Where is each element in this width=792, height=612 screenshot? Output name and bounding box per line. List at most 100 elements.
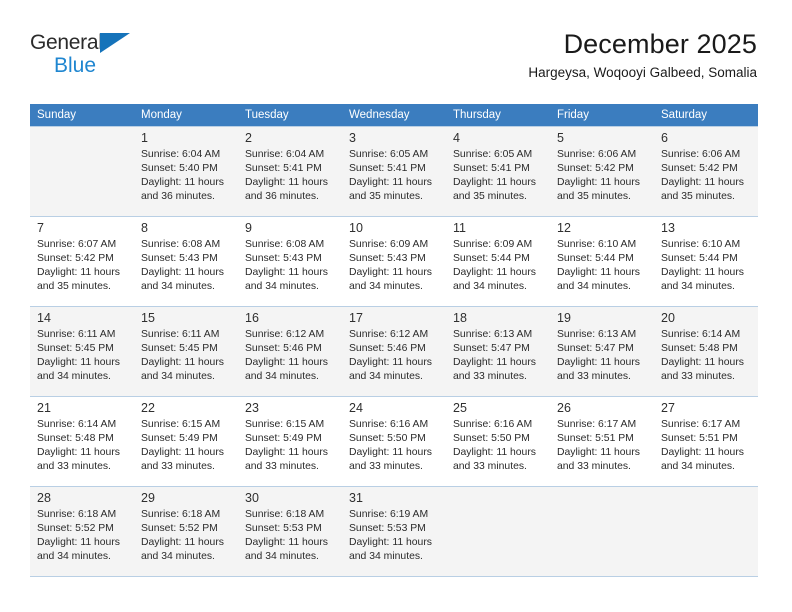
- day-number: 30: [245, 491, 259, 505]
- day-number: 2: [245, 131, 252, 145]
- calendar-day-cell[interactable]: 20 Sunrise: 6:14 AM Sunset: 5:48 PM Dayligh…: [654, 306, 758, 397]
- sunset-text: Sunset: 5:42 PM: [37, 253, 114, 265]
- daylight-text-line2: and 35 minutes.: [349, 191, 423, 203]
- calendar-day-cell[interactable]: 8 Sunrise: 6:08 AM Sunset: 5:43 PM Daylight…: [134, 216, 238, 307]
- day-number: 13: [661, 221, 675, 235]
- calendar-day-cell[interactable]: 4 Sunrise: 6:05 AM Sunset: 5:41 PM Daylight…: [446, 126, 550, 217]
- sunset-text: Sunset: 5:44 PM: [557, 253, 634, 265]
- calendar-day-cell[interactable]: 13 Sunrise: 6:10 AM Sunset: 5:44 PM Dayligh…: [654, 216, 758, 307]
- weekday-header-tuesday: Tuesday: [238, 104, 342, 127]
- daylight-text-line2: and 33 minutes.: [661, 371, 735, 383]
- sunrise-text: Sunrise: 6:11 AM: [141, 329, 220, 340]
- daylight-text-line2: and 34 minutes.: [245, 371, 319, 383]
- calendar-day-cell[interactable]: 6 Sunrise: 6:06 AM Sunset: 5:42 PM Daylight…: [654, 126, 758, 217]
- weekday-header-saturday: Saturday: [654, 104, 758, 127]
- calendar-table: Sunday Monday Tuesday Wednesday Thursday…: [30, 104, 758, 577]
- daylight-text-line2: and 34 minutes.: [349, 371, 423, 383]
- calendar-head: Sunday Monday Tuesday Wednesday Thursday…: [30, 104, 758, 127]
- day-number: 23: [245, 401, 259, 415]
- calendar-day-cell[interactable]: 28 Sunrise: 6:18 AM Sunset: 5:52 PM Dayligh…: [30, 486, 134, 577]
- sunrise-text: Sunrise: 6:05 AM: [453, 149, 533, 160]
- calendar-day-cell[interactable]: 14 Sunrise: 6:11 AM Sunset: 5:45 PM Dayligh…: [30, 306, 134, 397]
- sunrise-text: Sunrise: 6:14 AM: [37, 419, 117, 430]
- sunrise-text: Sunrise: 6:14 AM: [661, 329, 741, 340]
- day-number: 24: [349, 401, 363, 415]
- calendar-day-cell[interactable]: 15 Sunrise: 6:11 AM Sunset: 5:45 PM Dayligh…: [134, 306, 238, 397]
- daylight-text-line1: Daylight: 11 hours: [557, 177, 640, 189]
- calendar-day-cell[interactable]: 29 Sunrise: 6:18 AM Sunset: 5:52 PM Dayligh…: [134, 486, 238, 577]
- sunset-text: Sunset: 5:49 PM: [141, 433, 218, 445]
- weekday-header-friday: Friday: [550, 104, 654, 127]
- daylight-text-line1: Daylight: 11 hours: [661, 267, 744, 279]
- calendar-day-cell[interactable]: 18 Sunrise: 6:13 AM Sunset: 5:47 PM Dayligh…: [446, 306, 550, 397]
- daylight-text-line2: and 34 minutes.: [141, 551, 215, 563]
- calendar-day-cell[interactable]: 19 Sunrise: 6:13 AM Sunset: 5:47 PM Dayligh…: [550, 306, 654, 397]
- day-number: 10: [349, 221, 363, 235]
- calendar-day-cell[interactable]: 21 Sunrise: 6:14 AM Sunset: 5:48 PM Dayligh…: [30, 396, 134, 487]
- general-blue-logo[interactable]: General Blue: [30, 32, 160, 80]
- calendar-day-cell[interactable]: 24 Sunrise: 6:16 AM Sunset: 5:50 PM Dayligh…: [342, 396, 446, 487]
- calendar-day-cell[interactable]: 10 Sunrise: 6:09 AM Sunset: 5:43 PM Dayligh…: [342, 216, 446, 307]
- calendar-day-cell[interactable]: 1 Sunrise: 6:04 AM Sunset: 5:40 PM Daylight…: [134, 126, 238, 217]
- daylight-text-line1: Daylight: 11 hours: [557, 267, 640, 279]
- calendar-day-cell[interactable]: 26 Sunrise: 6:17 AM Sunset: 5:51 PM Dayligh…: [550, 396, 654, 487]
- calendar-day-cell[interactable]: 31 Sunrise: 6:19 AM Sunset: 5:53 PM Dayligh…: [342, 486, 446, 577]
- calendar-day-cell[interactable]: 11 Sunrise: 6:09 AM Sunset: 5:44 PM Dayligh…: [446, 216, 550, 307]
- sunrise-text: Sunrise: 6:12 AM: [245, 329, 325, 340]
- sunset-text: Sunset: 5:42 PM: [661, 163, 738, 175]
- sunset-text: Sunset: 5:41 PM: [349, 163, 426, 175]
- sunset-text: Sunset: 5:46 PM: [349, 343, 426, 355]
- calendar-empty-cell: [654, 486, 758, 577]
- calendar-day-cell[interactable]: 2 Sunrise: 6:04 AM Sunset: 5:41 PM Daylight…: [238, 126, 342, 217]
- daylight-text-line1: Daylight: 11 hours: [141, 537, 224, 549]
- day-number: 29: [141, 491, 155, 505]
- day-number: 19: [557, 311, 571, 325]
- calendar-week-row: 14 Sunrise: 6:11 AM Sunset: 5:45 PM Dayligh…: [30, 306, 758, 397]
- sunset-text: Sunset: 5:49 PM: [245, 433, 322, 445]
- calendar-week-row: 28 Sunrise: 6:18 AM Sunset: 5:52 PM Dayligh…: [30, 486, 758, 577]
- daylight-text-line2: and 34 minutes.: [557, 281, 631, 293]
- calendar-day-cell[interactable]: 27 Sunrise: 6:17 AM Sunset: 5:51 PM Dayligh…: [654, 396, 758, 487]
- sunset-text: Sunset: 5:41 PM: [245, 163, 322, 175]
- sunrise-text: Sunrise: 6:17 AM: [557, 419, 637, 430]
- daylight-text-line2: and 34 minutes.: [349, 551, 423, 563]
- calendar-empty-cell: [30, 126, 134, 217]
- daylight-text-line2: and 33 minutes.: [141, 461, 215, 473]
- calendar-day-cell[interactable]: 25 Sunrise: 6:16 AM Sunset: 5:50 PM Dayligh…: [446, 396, 550, 487]
- day-number: 7: [37, 221, 44, 235]
- daylight-text-line1: Daylight: 11 hours: [349, 177, 432, 189]
- calendar-day-cell[interactable]: 30 Sunrise: 6:18 AM Sunset: 5:53 PM Dayligh…: [238, 486, 342, 577]
- day-number: 8: [141, 221, 148, 235]
- calendar-empty-cell: [446, 486, 550, 577]
- daylight-text-line1: Daylight: 11 hours: [37, 267, 120, 279]
- calendar-day-cell[interactable]: 5 Sunrise: 6:06 AM Sunset: 5:42 PM Daylight…: [550, 126, 654, 217]
- calendar-week-row: 7 Sunrise: 6:07 AM Sunset: 5:42 PM Daylight…: [30, 216, 758, 307]
- day-number: 11: [453, 221, 466, 235]
- calendar-day-cell[interactable]: 22 Sunrise: 6:15 AM Sunset: 5:49 PM Dayligh…: [134, 396, 238, 487]
- calendar-day-cell[interactable]: 3 Sunrise: 6:05 AM Sunset: 5:41 PM Daylight…: [342, 126, 446, 217]
- calendar-day-cell[interactable]: 16 Sunrise: 6:12 AM Sunset: 5:46 PM Dayligh…: [238, 306, 342, 397]
- calendar-day-cell[interactable]: 12 Sunrise: 6:10 AM Sunset: 5:44 PM Dayligh…: [550, 216, 654, 307]
- sunset-text: Sunset: 5:50 PM: [453, 433, 530, 445]
- day-number: 3: [349, 131, 356, 145]
- sunrise-text: Sunrise: 6:16 AM: [453, 419, 533, 430]
- day-number: 15: [141, 311, 155, 325]
- daylight-text-line2: and 36 minutes.: [245, 191, 319, 203]
- daylight-text-line1: Daylight: 11 hours: [557, 357, 640, 369]
- sunset-text: Sunset: 5:44 PM: [453, 253, 530, 265]
- daylight-text-line2: and 33 minutes.: [453, 371, 527, 383]
- daylight-text-line2: and 35 minutes.: [37, 281, 111, 293]
- calendar-day-cell[interactable]: 9 Sunrise: 6:08 AM Sunset: 5:43 PM Daylight…: [238, 216, 342, 307]
- calendar-day-cell[interactable]: 23 Sunrise: 6:15 AM Sunset: 5:49 PM Dayligh…: [238, 396, 342, 487]
- calendar-empty-cell: [550, 486, 654, 577]
- calendar-page: General Blue December 2025 Hargeysa, Woq…: [0, 0, 792, 612]
- daylight-text-line2: and 35 minutes.: [661, 191, 735, 203]
- daylight-text-line1: Daylight: 11 hours: [557, 447, 640, 459]
- calendar-day-cell[interactable]: 7 Sunrise: 6:07 AM Sunset: 5:42 PM Daylight…: [30, 216, 134, 307]
- calendar-day-cell[interactable]: 17 Sunrise: 6:12 AM Sunset: 5:46 PM Dayligh…: [342, 306, 446, 397]
- daylight-text-line1: Daylight: 11 hours: [453, 177, 536, 189]
- day-number: 4: [453, 131, 460, 145]
- day-number: 14: [37, 311, 51, 325]
- day-number: 27: [661, 401, 675, 415]
- sunrise-text: Sunrise: 6:05 AM: [349, 149, 429, 160]
